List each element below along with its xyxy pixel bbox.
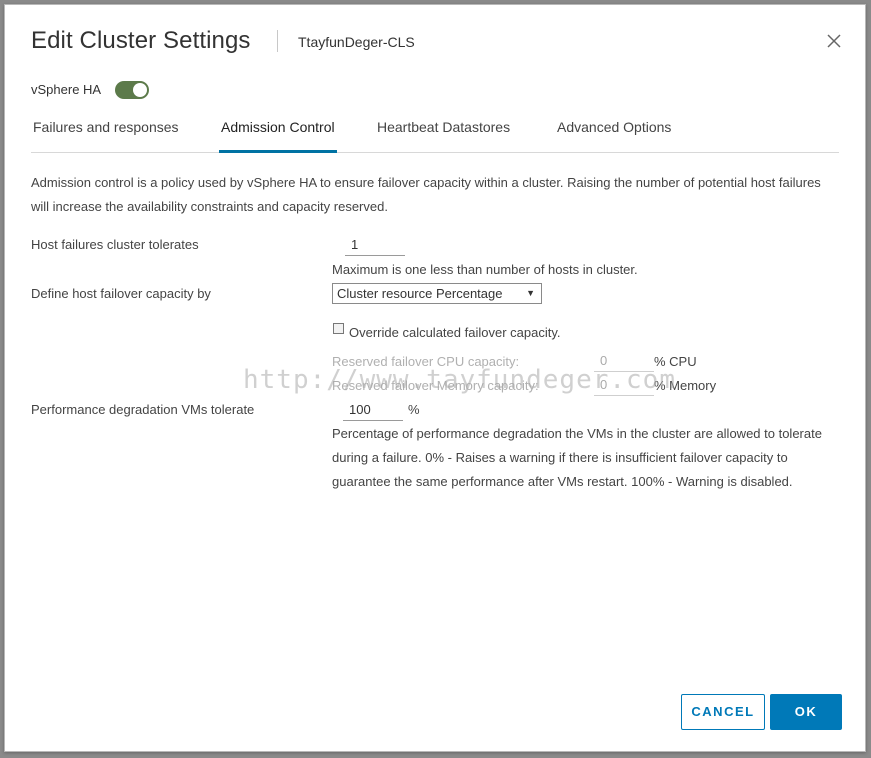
tab-admission-control[interactable]: Admission Control [219,119,337,153]
vsphere-ha-toggle[interactable] [115,81,149,99]
close-icon[interactable] [825,32,843,50]
performance-degradation-description: Percentage of performance degradation th… [332,426,822,489]
watermark-text: http://www.tayfundeger.com [243,365,676,395]
dropdown-arrow-icon: ▼ [526,288,535,298]
tab-heartbeat-datastores[interactable]: Heartbeat Datastores [377,119,510,153]
admission-control-description: Admission control is a policy used by vS… [31,175,821,214]
failover-capacity-select[interactable]: Cluster resource Percentage ▼ [332,283,542,304]
edit-cluster-settings-dialog: Edit Cluster Settings TtayfunDeger-CLS v… [4,4,866,752]
cluster-name: TtayfunDeger-CLS [298,34,415,50]
dialog-title: Edit Cluster Settings [31,27,251,54]
failover-capacity-selected: Cluster resource Percentage [337,286,503,301]
override-capacity-label: Override calculated failover capacity. [349,325,561,340]
settings-tabs: Failures and responses Admission Control… [31,111,839,153]
performance-degradation-input[interactable] [343,399,403,421]
cancel-button[interactable]: CANCEL [681,694,765,730]
performance-degradation-label: Performance degradation VMs tolerate [31,402,255,417]
ok-button[interactable]: OK [770,694,842,730]
tab-advanced-options[interactable]: Advanced Options [557,119,671,153]
performance-degradation-unit: % [408,402,420,417]
host-failures-input[interactable] [345,234,405,256]
host-failures-label: Host failures cluster tolerates [31,237,199,252]
host-failures-hint: Maximum is one less than number of hosts… [332,262,638,277]
toggle-knob [133,83,147,97]
failover-capacity-label: Define host failover capacity by [31,286,211,301]
vsphere-ha-label: vSphere HA [31,82,102,97]
override-capacity-checkbox[interactable] [333,323,344,334]
title-separator [277,30,278,52]
tab-failures-and-responses[interactable]: Failures and responses [33,119,179,153]
